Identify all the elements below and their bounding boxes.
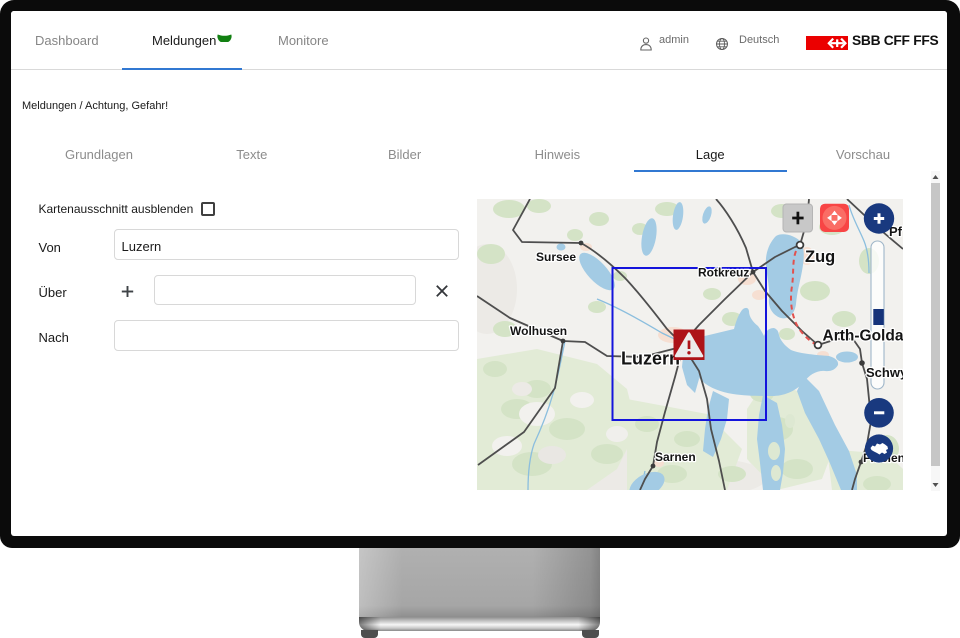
- svg-text:Zug: Zug: [805, 248, 835, 266]
- svg-text:Luzern: Luzern: [621, 349, 680, 369]
- svg-text:Rotkreuz: Rotkreuz: [698, 266, 749, 280]
- svg-text:Sursee: Sursee: [536, 250, 576, 264]
- svg-text:Wolhusen: Wolhusen: [510, 324, 567, 338]
- svg-text:Arth-Goldau: Arth-Goldau: [823, 328, 904, 345]
- svg-text:Schwyz: Schwyz: [866, 365, 903, 380]
- svg-text:Sarnen: Sarnen: [655, 450, 696, 464]
